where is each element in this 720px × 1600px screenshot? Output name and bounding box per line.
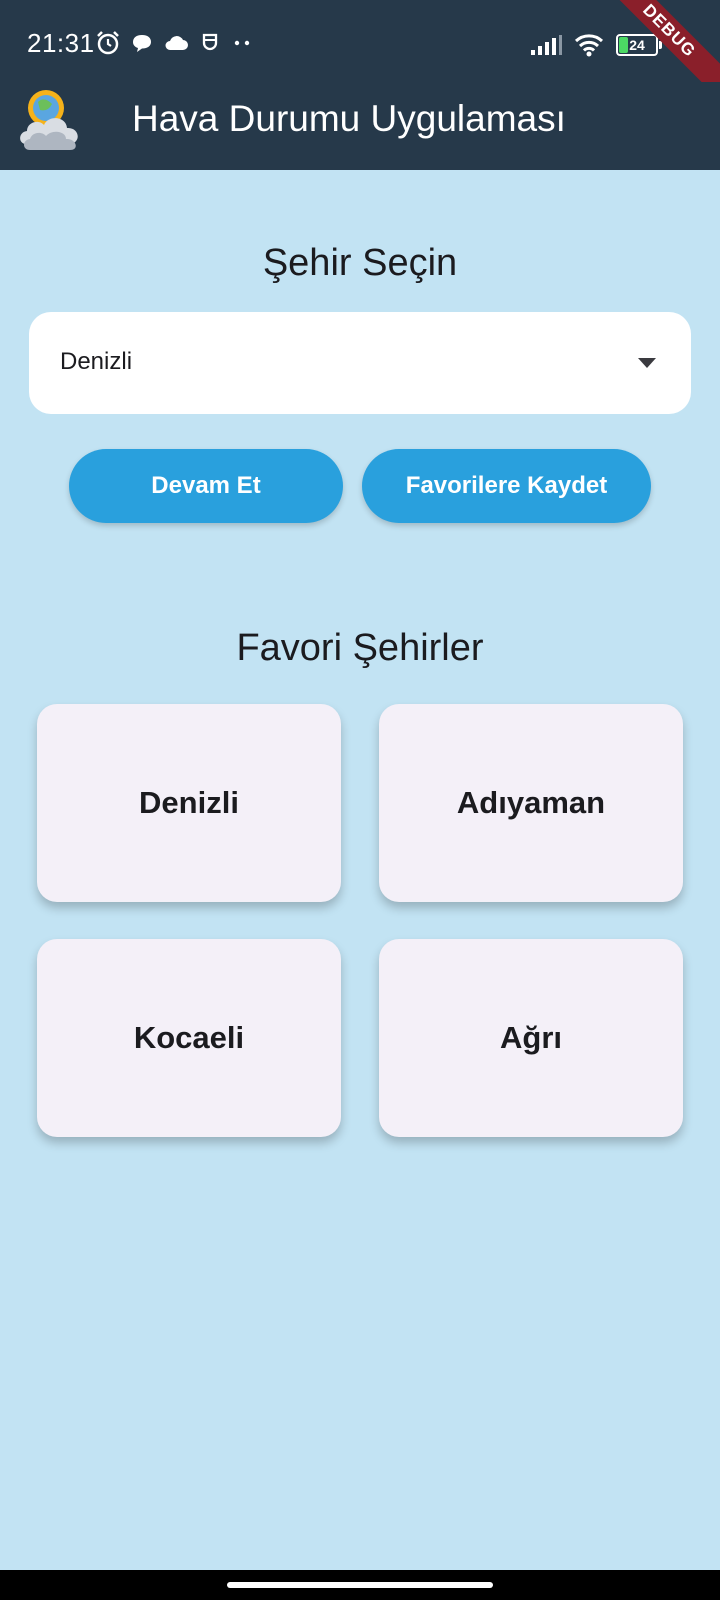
city-dropdown[interactable]: Denizli: [29, 312, 691, 414]
weather-sun-cloud-icon: [20, 90, 78, 150]
notification-icon: [202, 33, 218, 51]
city-dropdown-value: Denizli: [60, 348, 133, 375]
city-select-heading: Şehir Seçin: [262, 242, 458, 284]
home-gesture-handle[interactable]: [227, 1582, 493, 1588]
favorite-city-card[interactable]: Kocaeli: [37, 939, 341, 1137]
status-right-icons: 24: [530, 30, 662, 60]
battery-percent: 24: [629, 37, 645, 53]
wifi-icon: [574, 34, 604, 57]
app-bar: Hava Durumu Uygulaması: [0, 82, 720, 170]
status-time: 21:31: [27, 28, 95, 58]
system-navigation-bar: [0, 1570, 720, 1600]
status-bar: 21:31 24 DEBUG: [0, 0, 720, 108]
favorites-heading: Favori Şehirler: [236, 627, 484, 669]
app-title: Hava Durumu Uygulaması: [132, 98, 566, 139]
favorite-city-card[interactable]: Adıyaman: [379, 704, 683, 902]
more-dots-icon: [234, 40, 250, 46]
favorite-city-card[interactable]: Denizli: [37, 704, 341, 902]
save-favorite-button[interactable]: Favorilere Kaydet: [362, 449, 651, 523]
continue-button[interactable]: Devam Et: [69, 449, 343, 523]
battery-icon: 24: [616, 34, 662, 56]
dropdown-arrow-icon: [638, 358, 656, 368]
battery-level: [619, 37, 628, 53]
signal-icon: [531, 35, 562, 55]
cloud-icon: [165, 36, 188, 50]
chat-bubble-icon: [133, 35, 151, 52]
status-left-icons: [95, 28, 255, 58]
alarm-icon: [97, 31, 119, 55]
favorite-city-card[interactable]: Ağrı: [379, 939, 683, 1137]
